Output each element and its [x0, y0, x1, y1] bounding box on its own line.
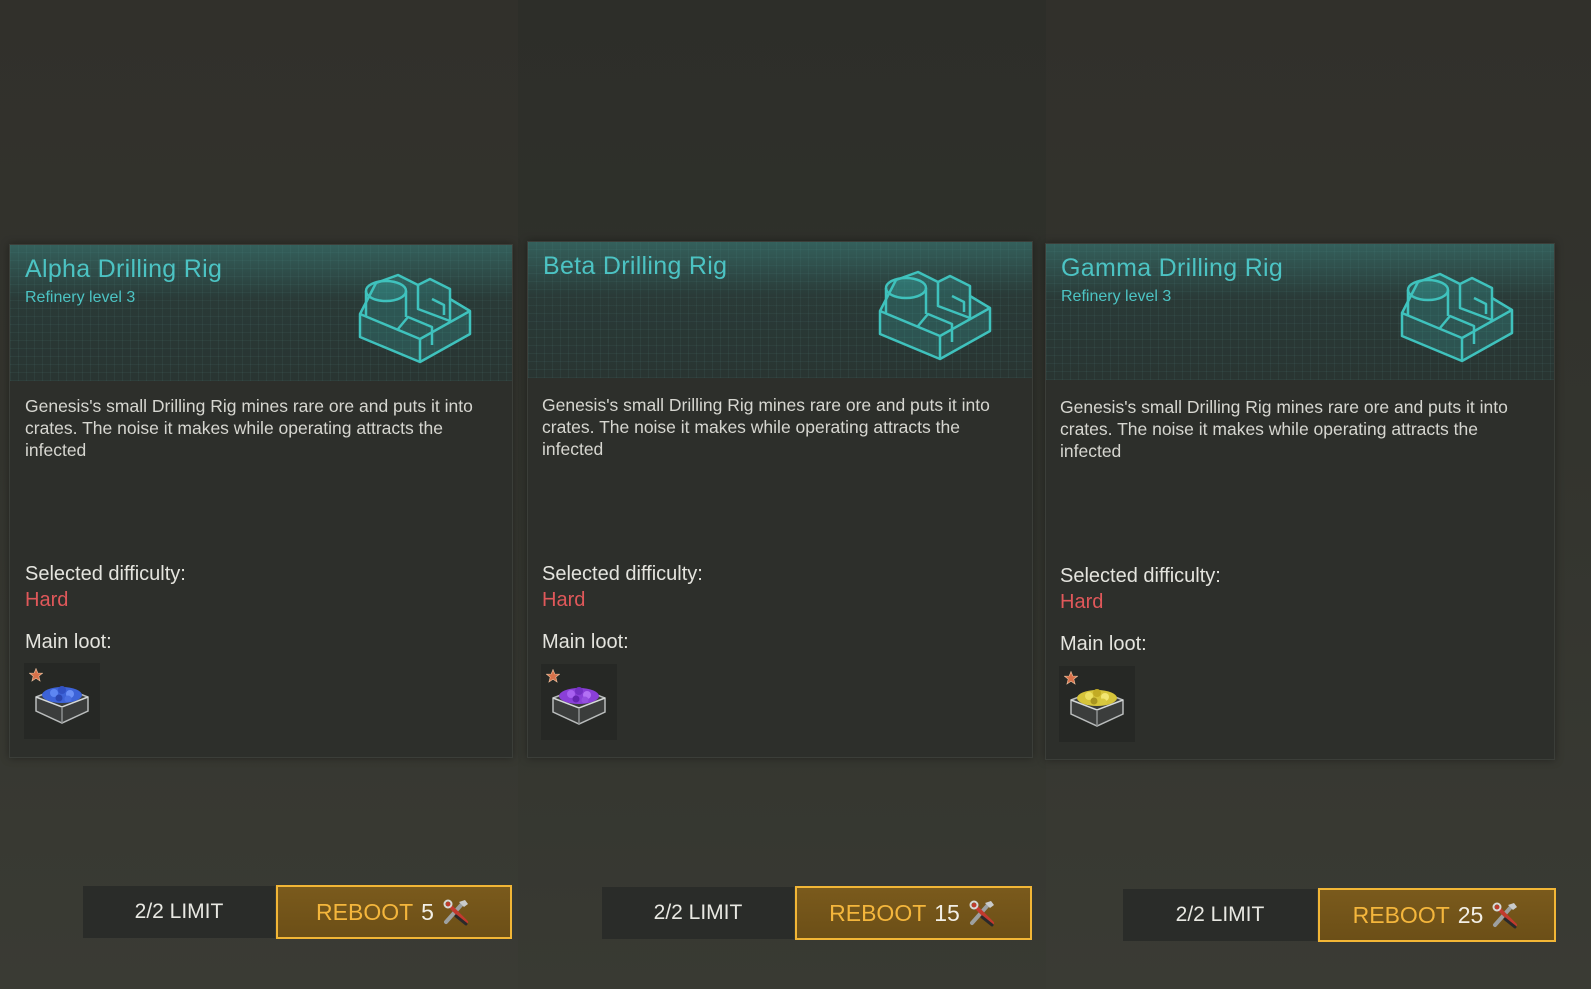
card-title: Gamma Drilling Rig — [1061, 254, 1284, 282]
drilling-rig-icon — [358, 273, 472, 364]
card-description: Genesis's small Drilling Rig mines rare … — [25, 396, 473, 460]
card-header: Gamma Drilling Rig Refinery level 3 — [1046, 244, 1554, 380]
rig-card-alpha: Alpha Drilling Rig Refinery level 3 Gene… — [9, 244, 513, 758]
reboot-label: REBOOT — [316, 898, 414, 925]
reboot-label: REBOOT — [829, 899, 927, 926]
ore-crate-icon — [35, 686, 89, 724]
reboot-cost: 25 — [1457, 901, 1484, 928]
loot-label: Main loot: — [542, 631, 629, 653]
loot-slot[interactable] — [1059, 666, 1135, 742]
drilling-rig-icon — [1400, 272, 1514, 363]
card-title: Alpha Drilling Rig — [25, 255, 223, 283]
card-subtitle: Refinery level 3 — [1061, 288, 1172, 305]
tools-icon — [443, 899, 468, 926]
difficulty-label: Selected difficulty: — [25, 563, 186, 585]
loot-label: Main loot: — [25, 631, 112, 653]
card-header: Alpha Drilling Rig Refinery level 3 — [10, 245, 512, 381]
tools-icon — [969, 900, 994, 927]
card-description: Genesis's small Drilling Rig mines rare … — [1060, 397, 1508, 461]
reboot-button[interactable]: REBOOT 15 — [795, 886, 1032, 940]
reboot-label: REBOOT — [1352, 901, 1450, 928]
card-header: Beta Drilling Rig — [528, 242, 1032, 378]
ore-crate-icon — [552, 687, 606, 725]
limit-indicator: 2/2 LIMIT — [1123, 889, 1317, 941]
card-description: Genesis's small Drilling Rig mines rare … — [542, 395, 990, 459]
limit-indicator: 2/2 LIMIT — [602, 887, 794, 939]
reboot-button[interactable]: REBOOT 5 — [276, 885, 512, 939]
reboot-cost: 5 — [421, 898, 434, 925]
difficulty-label: Selected difficulty: — [1060, 565, 1221, 587]
difficulty-value: Hard — [25, 589, 69, 611]
rig-card-gamma: Gamma Drilling Rig Refinery level 3 Gene… — [1045, 243, 1555, 760]
limit-indicator: 2/2 LIMIT — [83, 886, 275, 938]
card-title: Beta Drilling Rig — [543, 252, 728, 280]
loot-label: Main loot: — [1060, 633, 1147, 655]
drilling-rig-icon — [878, 270, 992, 361]
card-subtitle: Refinery level 3 — [25, 289, 136, 306]
difficulty-value: Hard — [1060, 591, 1104, 613]
reboot-button[interactable]: REBOOT 25 — [1318, 888, 1556, 942]
loot-slot[interactable] — [24, 663, 100, 739]
ore-crate-icon — [1070, 689, 1124, 727]
difficulty-value: Hard — [542, 589, 586, 611]
tools-icon — [1492, 902, 1518, 929]
reboot-cost: 15 — [934, 899, 960, 926]
loot-slot[interactable] — [541, 664, 617, 740]
rig-card-beta: Beta Drilling Rig Genesis's small Drilli… — [527, 241, 1033, 758]
difficulty-label: Selected difficulty: — [542, 563, 703, 585]
